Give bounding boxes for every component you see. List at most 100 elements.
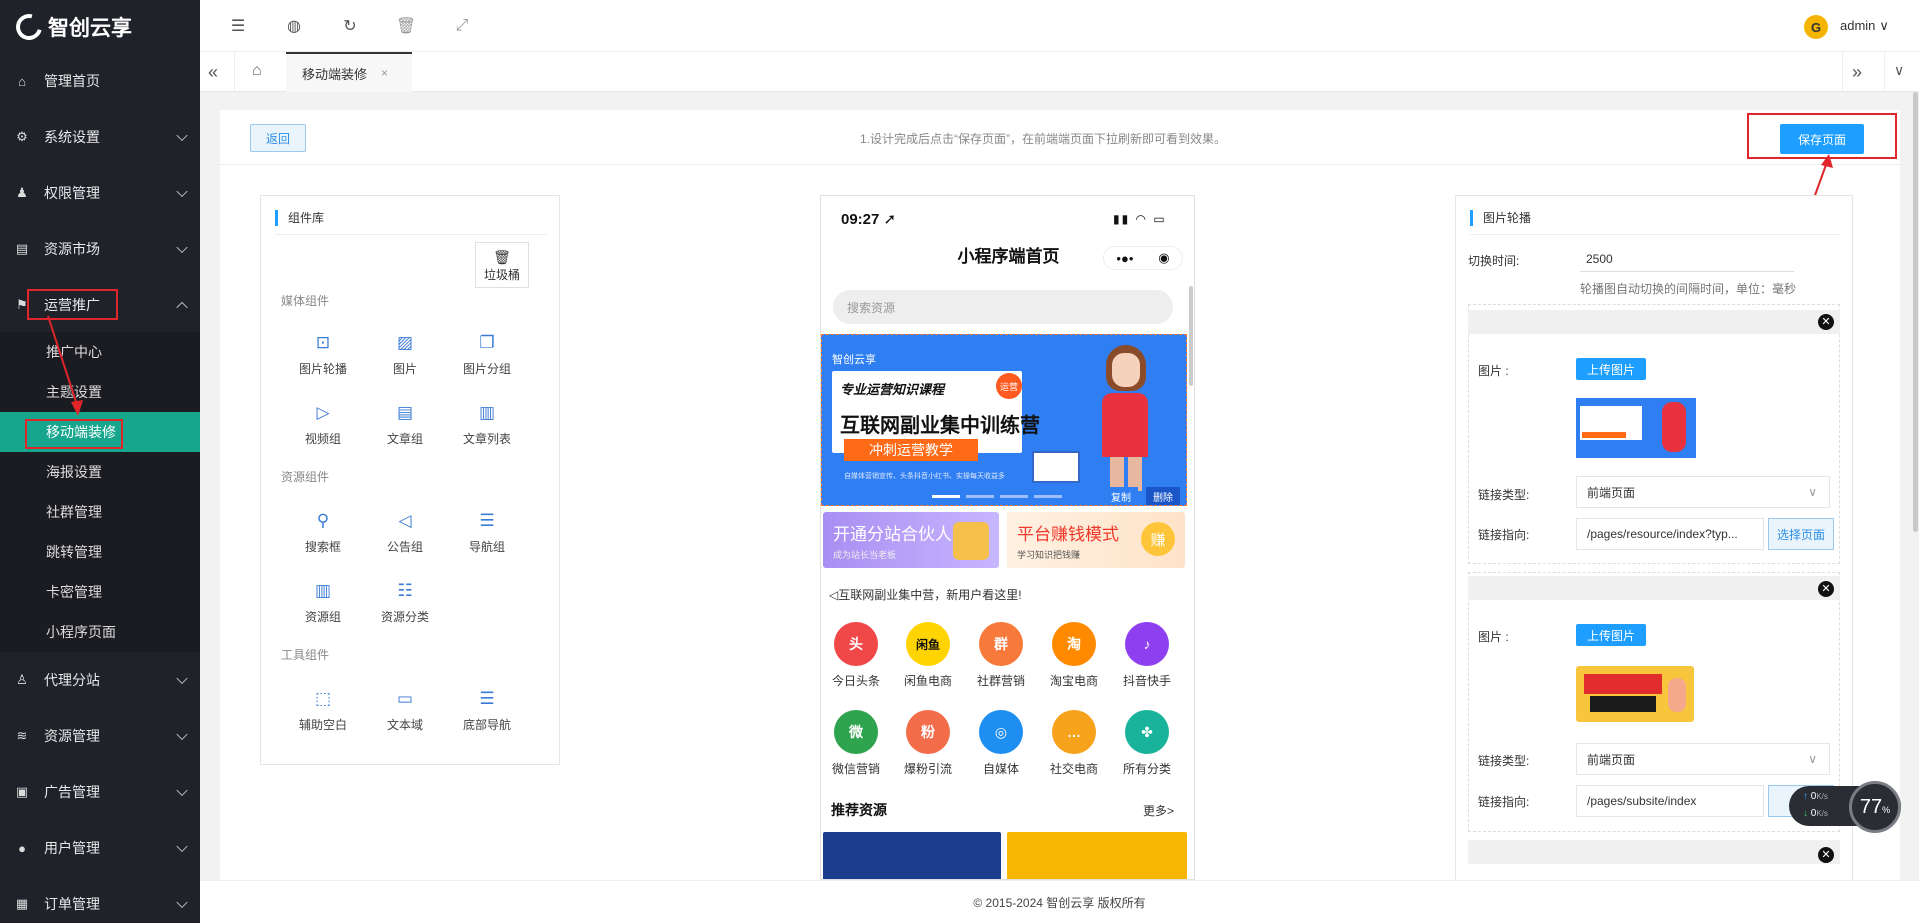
rec-card-1[interactable] (823, 832, 1001, 879)
brand-logo[interactable]: 智创云享 (11, 9, 132, 45)
interval-input[interactable]: 2500 (1580, 244, 1794, 272)
promo-card-partner[interactable]: 开通分站合伙人 成为站长当老板 (823, 512, 999, 568)
interval-label: 切换时间: (1468, 254, 1520, 268)
more-icon[interactable]: •●• (1116, 251, 1133, 266)
carousel-icon: ⊡ (315, 333, 331, 352)
app-icon-social[interactable]: … 社交电商 (1039, 710, 1109, 777)
comp-video[interactable]: ▷ 视频组 (288, 402, 358, 447)
comp-resource-category[interactable]: ☷ 资源分类 (370, 580, 440, 625)
app-icon-taobao[interactable]: 淘淘宝电商 (1039, 622, 1109, 689)
sub-item-redirect[interactable]: 跳转管理 (0, 532, 200, 572)
slide-thumbnail[interactable] (1576, 398, 1696, 458)
globe-icon[interactable]: ◍ (284, 16, 304, 36)
promo-card-earn[interactable]: 平台赚钱模式 学习知识把钱赚 赚 (1007, 512, 1185, 568)
sub-item-theme[interactable]: 主题设置 (0, 372, 200, 412)
comp-announcement[interactable]: ◁ 公告组 (370, 510, 440, 555)
comp-image-group[interactable]: ❐ 图片分组 (452, 332, 522, 377)
comp-resource-group[interactable]: ▥ 资源组 (288, 580, 358, 625)
scrollbar[interactable] (1189, 286, 1193, 386)
slide-thumbnail[interactable] (1576, 666, 1694, 722)
target-icon[interactable]: ◉ (1158, 250, 1169, 266)
download-speed: ↓ 0K/s (1803, 808, 1828, 819)
home-tab-icon[interactable]: ⌂ (252, 62, 262, 80)
tabs-scroll-right-icon[interactable]: » (1852, 62, 1862, 83)
comp-carousel[interactable]: ⊡ 图片轮播 (288, 332, 358, 377)
capsule-menu[interactable]: •●• ◉ (1103, 246, 1183, 270)
notice-bar[interactable]: ◁互联网副业集中营，新用户看这里! (829, 586, 1022, 603)
link-target-input[interactable]: /pages/resource/index?typ... (1576, 518, 1764, 550)
app-icon-selfmedia[interactable]: ◎ 自媒体 (966, 710, 1036, 777)
rec-more-link[interactable]: 更多> (1143, 802, 1174, 819)
sidebar-item-users[interactable]: ● 用户管理 (0, 820, 200, 876)
refresh-icon[interactable]: ↻ (340, 16, 360, 36)
app-icon-wechat[interactable]: 微微信营销 (821, 710, 891, 777)
nav-list-icon: ☰ (479, 511, 495, 530)
sidebar-item-orders[interactable]: ▦ 订单管理 (0, 876, 200, 923)
sub-item-community[interactable]: 社群管理 (0, 492, 200, 532)
app-icon-toutiao[interactable]: 头今日头条 (821, 622, 891, 689)
article-icon: ▤ (396, 403, 414, 422)
back-button[interactable]: 返回 (250, 124, 306, 152)
ad-icon: ▣ (15, 784, 29, 799)
collapse-menu-icon[interactable]: ☰ (228, 16, 248, 36)
comp-textarea[interactable]: ▭ 文本域 (370, 688, 440, 733)
app-icon-douyin[interactable]: ♪ 抖音快手 (1112, 622, 1182, 689)
sub-item-card-key[interactable]: 卡密管理 (0, 572, 200, 612)
app-icon-community[interactable]: 群社群营销 (966, 622, 1036, 689)
link-target-input[interactable]: /pages/subsite/index (1576, 785, 1764, 817)
carousel-dots[interactable] (932, 495, 1062, 498)
avatar[interactable]: G (1804, 15, 1828, 39)
article-list-icon: ▥ (478, 403, 496, 422)
page-scrollbar[interactable] (1913, 92, 1918, 532)
cpu-gauge[interactable]: 77% (1849, 781, 1901, 833)
trash-icon[interactable]: 🗑 (396, 16, 416, 36)
user-key-icon: ♟ (16, 185, 28, 200)
sub-item-miniapp-pages[interactable]: 小程序页面 (0, 612, 200, 652)
close-icon[interactable]: ✕ (1818, 314, 1834, 330)
store-icon: ▤ (15, 241, 29, 256)
sub-item-poster[interactable]: 海报设置 (0, 452, 200, 492)
app-icon-all[interactable]: ✤ 所有分类 (1112, 710, 1182, 777)
chevron-down-icon (176, 672, 188, 685)
status-time: 09:27 ➚ (841, 211, 897, 228)
sidebar-item-ads[interactable]: ▣ 广告管理 (0, 764, 200, 820)
close-icon[interactable]: ✕ (1818, 847, 1834, 863)
comp-article-list[interactable]: ▥ 文章列表 (452, 402, 522, 447)
close-icon[interactable]: × (381, 66, 388, 80)
carousel-settings-panel: 图片轮播 切换时间: 2500 轮播图自动切换的间隔时间，单位：毫秒 ✕ 图片 … (1455, 195, 1853, 885)
comp-bottom-nav[interactable]: ☰ 底部导航 (452, 688, 522, 733)
comp-nav[interactable]: ☰ 导航组 (452, 510, 522, 555)
user-menu[interactable]: admin ∨ (1840, 18, 1889, 34)
tab-mobile-decor[interactable]: 移动端装修 × (286, 52, 412, 92)
link-type-select[interactable]: 前端页面 ∨ (1576, 743, 1830, 775)
link-target-label: 链接指向: (1478, 528, 1530, 542)
sub-item-promo-center[interactable]: 推广中心 (0, 332, 200, 372)
tabs-scroll-left-icon[interactable]: « (208, 62, 218, 83)
copy-button[interactable]: 复制 (1104, 487, 1138, 505)
tabs-menu-chevron-icon[interactable]: ∨ (1894, 62, 1904, 79)
upload-image-button[interactable]: 上传图片 (1576, 358, 1646, 380)
sidebar-item-system[interactable]: ⚙ 系统设置 (0, 109, 200, 165)
sidebar-item-permission[interactable]: ♟ 权限管理 (0, 165, 200, 221)
comp-image[interactable]: ▨ 图片 (370, 332, 440, 377)
carousel-banner[interactable]: 智创云享 专业运营知识课程 运营 互联网副业集中训练营 冲刺运营教学 自媒体营销… (821, 334, 1187, 506)
comp-article[interactable]: ▤ 文章组 (370, 402, 440, 447)
upload-image-button[interactable]: 上传图片 (1576, 624, 1646, 646)
sidebar-item-agency[interactable]: ♙ 代理分站 (0, 652, 200, 708)
link-type-select[interactable]: 前端页面 ∨ (1576, 476, 1830, 508)
chevron-down-icon (176, 896, 188, 909)
sidebar-item-home[interactable]: ⌂ 管理首页 (0, 53, 200, 109)
comp-blank[interactable]: ⬚ 辅助空白 (288, 688, 358, 733)
comp-search[interactable]: ⚲ 搜索框 (288, 510, 358, 555)
sidebar-item-market[interactable]: ▤ 资源市场 (0, 221, 200, 277)
delete-button[interactable]: 删除 (1146, 487, 1180, 505)
search-input[interactable]: 搜索资源 (833, 290, 1173, 324)
app-icon-xianyu[interactable]: 闲鱼 闲鱼电商 (893, 622, 963, 689)
trash-bin[interactable]: 🗑 垃圾桶 (475, 242, 529, 288)
app-icon-fans[interactable]: 粉爆粉引流 (893, 710, 963, 777)
sidebar-item-resources[interactable]: ≋ 资源管理 (0, 708, 200, 764)
fullscreen-icon[interactable]: ⤢ (452, 16, 472, 36)
choose-page-button[interactable]: 选择页面 (1768, 518, 1834, 550)
close-icon[interactable]: ✕ (1818, 581, 1834, 597)
rec-card-2[interactable] (1007, 832, 1187, 879)
